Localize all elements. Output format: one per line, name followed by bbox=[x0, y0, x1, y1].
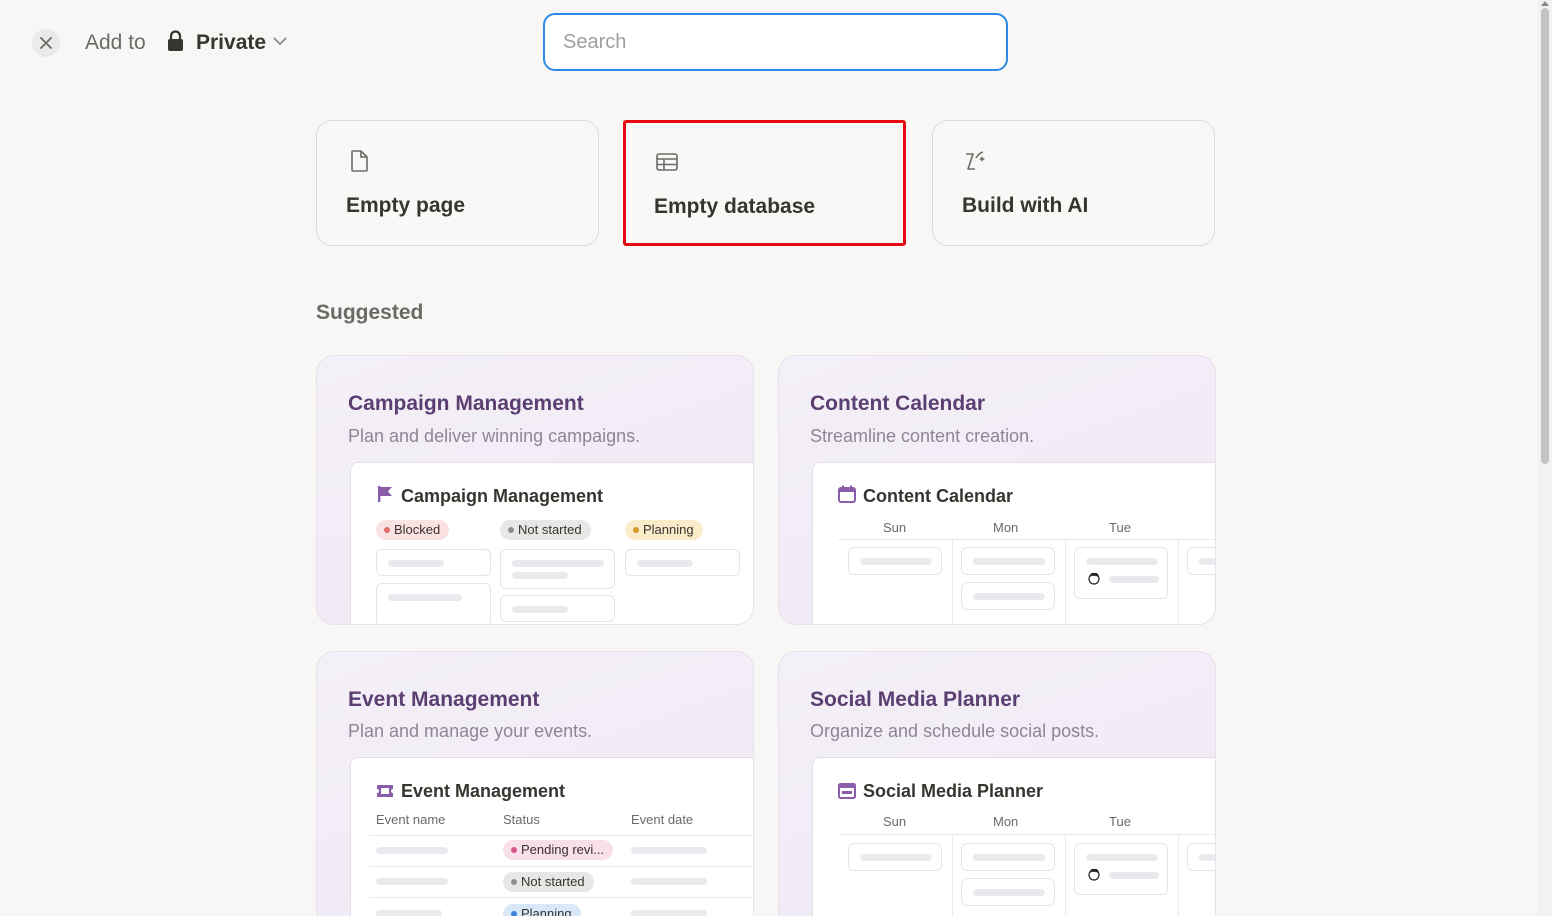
template-title: Event Management bbox=[348, 688, 540, 711]
board-card bbox=[376, 583, 491, 624]
column-header: Event name bbox=[376, 812, 446, 827]
template-preview: Social Media Planner Sun Mon Tue bbox=[812, 757, 1215, 916]
day-label: Mon bbox=[993, 520, 1019, 535]
day-label: Sun bbox=[883, 520, 907, 535]
calendar-card bbox=[1187, 547, 1215, 575]
status-badge: Blocked bbox=[376, 520, 450, 540]
scrollbar[interactable] bbox=[1538, 0, 1552, 916]
template-preview: Campaign Management Blocked Not started … bbox=[350, 462, 753, 624]
calendar-card bbox=[1074, 843, 1168, 895]
calendar-board-icon bbox=[838, 783, 856, 799]
preview-title: Campaign Management bbox=[401, 486, 604, 506]
preview-title: Event Management bbox=[401, 781, 566, 801]
ai-sparkle-icon bbox=[966, 151, 985, 170]
scroll-up-arrow-icon[interactable] bbox=[1541, 0, 1549, 6]
template-description: Organize and schedule social posts. bbox=[810, 721, 1100, 741]
status-badge: Not started bbox=[500, 520, 591, 540]
calendar-card bbox=[1187, 843, 1215, 871]
build-with-ai-label: Build with AI bbox=[962, 194, 1089, 217]
table-icon bbox=[656, 153, 678, 171]
template-card-content-calendar[interactable]: Content Calendar Streamline content crea… bbox=[778, 355, 1216, 625]
chevron-down-icon[interactable] bbox=[272, 35, 288, 47]
avatar bbox=[1088, 572, 1100, 585]
board-card bbox=[500, 549, 615, 589]
calendar-icon bbox=[838, 485, 856, 503]
board-card bbox=[625, 549, 740, 576]
board-card bbox=[376, 549, 491, 576]
close-button[interactable] bbox=[32, 29, 60, 57]
day-label: Tue bbox=[1109, 520, 1131, 535]
empty-page-label: Empty page bbox=[346, 194, 466, 217]
empty-page-button[interactable]: Empty page bbox=[316, 120, 599, 246]
template-title: Content Calendar bbox=[810, 392, 986, 415]
template-title: Social Media Planner bbox=[810, 688, 1021, 711]
template-description: Plan and deliver winning campaigns. bbox=[348, 426, 641, 446]
add-to-label: Add to bbox=[85, 31, 146, 54]
day-label: Mon bbox=[993, 814, 1019, 829]
status-badge: Not started bbox=[503, 872, 594, 892]
template-card-social-media-planner[interactable]: Social Media Planner Organize and schedu… bbox=[778, 651, 1216, 916]
day-label: Sun bbox=[883, 814, 907, 829]
calendar-card bbox=[961, 843, 1055, 871]
template-preview: Content Calendar Sun Mon Tue bbox=[812, 462, 1215, 624]
preview-title: Social Media Planner bbox=[863, 781, 1044, 801]
status-badge: Planning bbox=[625, 520, 703, 540]
column-header: Status bbox=[503, 812, 540, 827]
calendar-card bbox=[1074, 547, 1168, 599]
location-selector[interactable]: Private bbox=[196, 31, 266, 55]
board-card bbox=[500, 595, 615, 622]
build-with-ai-button[interactable]: Build with AI bbox=[932, 120, 1215, 246]
template-description: Plan and manage your events. bbox=[348, 721, 593, 741]
calendar-card bbox=[848, 843, 942, 871]
ticket-icon bbox=[377, 785, 393, 797]
template-description: Streamline content creation. bbox=[810, 426, 1035, 446]
lock-icon bbox=[168, 30, 183, 51]
column-header: Event date bbox=[631, 812, 694, 827]
template-card-event-management[interactable]: Event Management Plan and manage your ev… bbox=[316, 651, 754, 916]
template-card-campaign-management[interactable]: Campaign Management Plan and deliver win… bbox=[316, 355, 754, 625]
calendar-card bbox=[848, 547, 942, 575]
flag-icon bbox=[378, 486, 392, 502]
status-badge: Pending revi... bbox=[503, 840, 614, 860]
preview-title: Content Calendar bbox=[863, 486, 1014, 506]
page-icon bbox=[351, 150, 368, 172]
template-preview: Event Management Event name Status Event… bbox=[350, 757, 753, 916]
calendar-card bbox=[961, 547, 1055, 575]
calendar-card bbox=[961, 878, 1055, 906]
status-badge: Planning bbox=[503, 904, 581, 916]
avatar bbox=[1088, 868, 1100, 881]
scrollbar-thumb[interactable] bbox=[1541, 8, 1549, 464]
search-input[interactable] bbox=[543, 13, 1008, 71]
suggested-heading: Suggested bbox=[316, 301, 424, 324]
close-icon bbox=[40, 37, 52, 49]
empty-database-button[interactable]: Empty database bbox=[623, 120, 906, 246]
empty-database-label: Empty database bbox=[654, 195, 816, 218]
day-label: Tue bbox=[1109, 814, 1131, 829]
calendar-card bbox=[961, 582, 1055, 610]
template-title: Campaign Management bbox=[348, 392, 584, 415]
